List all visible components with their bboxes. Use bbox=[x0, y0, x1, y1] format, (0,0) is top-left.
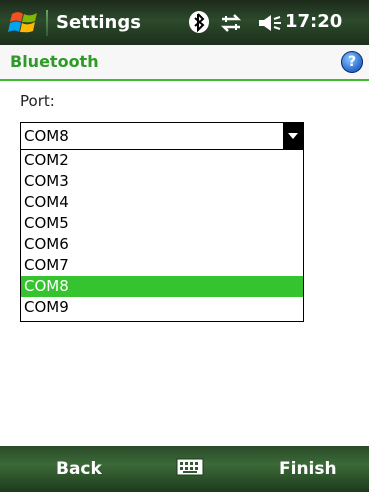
windows-start-icon[interactable] bbox=[8, 7, 40, 39]
port-option-selected[interactable]: COM8 bbox=[21, 276, 303, 297]
port-option[interactable]: COM6 bbox=[21, 234, 303, 255]
connectivity-icon[interactable] bbox=[218, 12, 244, 34]
back-softkey[interactable]: Back bbox=[56, 459, 102, 479]
help-icon[interactable]: ? bbox=[341, 51, 363, 73]
keyboard-icon[interactable] bbox=[176, 457, 204, 477]
clock[interactable]: 17:20 bbox=[285, 11, 342, 32]
page-header: Bluetooth ? bbox=[0, 45, 369, 81]
port-select[interactable]: COM8 bbox=[20, 122, 304, 150]
dropdown-arrow-icon[interactable] bbox=[283, 123, 303, 149]
bluetooth-icon[interactable] bbox=[188, 10, 210, 34]
port-option[interactable]: COM4 bbox=[21, 192, 303, 213]
app-title[interactable]: Settings bbox=[56, 12, 141, 33]
page-title: Bluetooth bbox=[10, 52, 99, 71]
port-label: Port: bbox=[20, 92, 55, 110]
port-option[interactable]: COM3 bbox=[21, 171, 303, 192]
port-option[interactable]: COM7 bbox=[21, 255, 303, 276]
port-select-value: COM8 bbox=[24, 127, 69, 145]
softkey-bar: Back Finish bbox=[0, 446, 369, 492]
title-separator bbox=[46, 10, 48, 36]
port-options-list: COM2 COM3 COM4 COM5 COM6 COM7 COM8 COM9 bbox=[20, 150, 304, 322]
volume-icon[interactable] bbox=[257, 12, 283, 34]
title-bar: Settings 17:20 bbox=[0, 0, 369, 45]
port-option[interactable]: COM9 bbox=[21, 297, 303, 318]
port-option[interactable]: COM5 bbox=[21, 213, 303, 234]
port-option[interactable]: COM2 bbox=[21, 150, 303, 171]
finish-softkey[interactable]: Finish bbox=[279, 459, 337, 479]
